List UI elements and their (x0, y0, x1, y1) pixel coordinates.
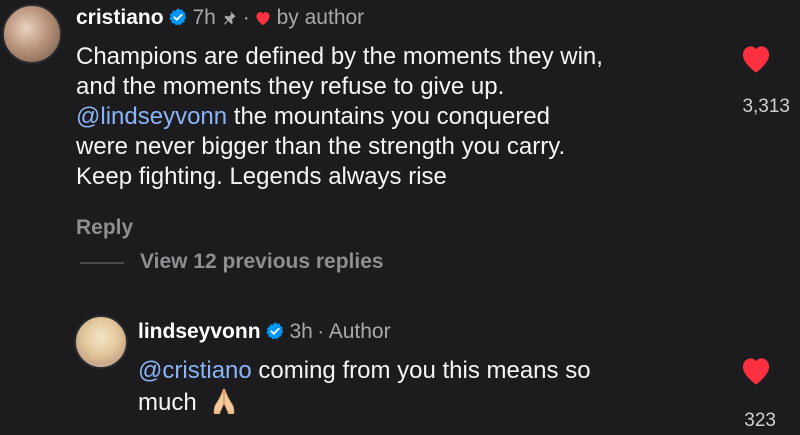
reply-text: coming from you this means so (251, 357, 591, 384)
meta-separator: · (242, 6, 250, 29)
like-heart-icon[interactable] (738, 42, 774, 74)
comment-line: Champions are defined by the moments the… (76, 43, 603, 70)
reply-header: lindseyvonn 3h · Author (138, 320, 391, 344)
reply-text: much (138, 389, 197, 416)
username[interactable]: lindseyvonn (138, 320, 261, 343)
reply-button[interactable]: Reply (76, 216, 133, 240)
view-replies-button[interactable]: View 12 previous replies (140, 250, 384, 274)
replies-divider (80, 262, 124, 264)
mention-link[interactable]: @cristiano (138, 357, 252, 384)
praying-hands-emoji (213, 388, 235, 414)
like-count: 323 (744, 410, 776, 431)
avatar-cristiano[interactable] (2, 4, 62, 64)
comment-header: cristiano 7h · by author (76, 6, 364, 30)
meta-separator: · (317, 320, 325, 343)
avatar-lindseyvonn[interactable] (74, 315, 128, 369)
timestamp: 7h (192, 6, 216, 29)
comment-line: were never bigger than the strength you … (76, 133, 566, 160)
pin-icon (224, 11, 236, 25)
comment-line-mention: @lindseyvonn the mountains you conquered (76, 102, 716, 132)
author-label: Author (328, 320, 391, 343)
comment-line: and the moments they refuse to give up. (76, 73, 505, 100)
liked-by-author-label: by author (276, 6, 365, 29)
like-heart-icon[interactable] (738, 354, 774, 386)
reply-line: much (138, 386, 718, 418)
reply-body: @cristiano coming from you this means so… (138, 356, 718, 418)
verified-badge-icon (266, 322, 284, 340)
comment-body: Champions are defined by the moments the… (76, 42, 716, 192)
reply-line-mention: @cristiano coming from you this means so (138, 356, 718, 386)
verified-badge-icon (169, 8, 187, 26)
comment-text: the mountains you conquered (227, 103, 551, 130)
comment-line: Keep fighting. Legends always rise (76, 163, 447, 190)
mention-link[interactable]: @lindseyvonn (76, 103, 227, 130)
username[interactable]: cristiano (76, 6, 164, 29)
timestamp: 3h (289, 320, 313, 343)
heart-icon (256, 12, 270, 26)
like-count: 3,313 (742, 96, 790, 117)
